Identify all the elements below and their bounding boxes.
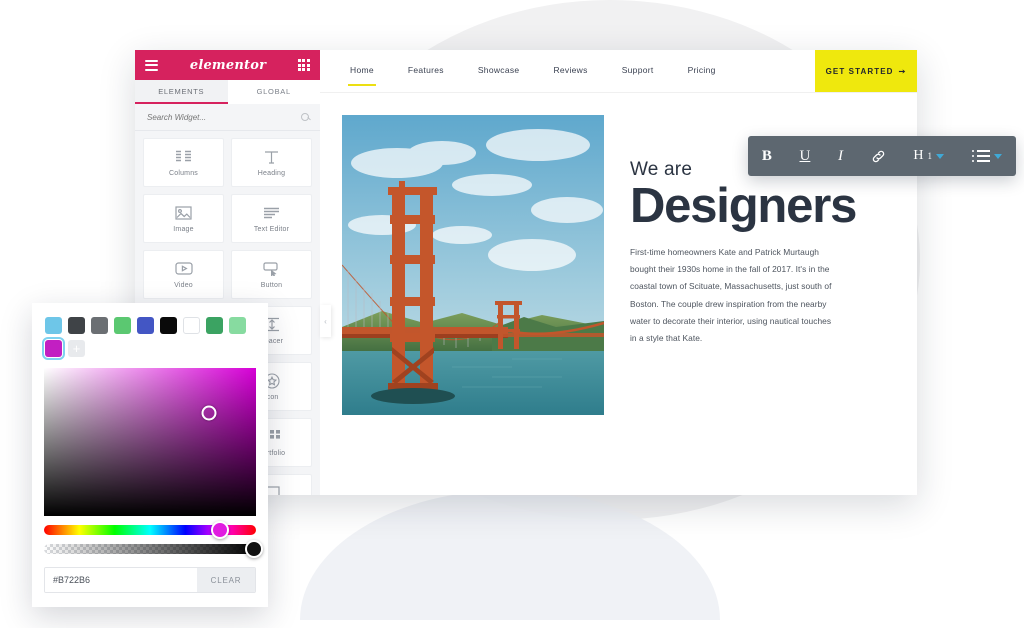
bold-button[interactable]: B <box>762 148 772 164</box>
link-icon[interactable] <box>871 149 886 164</box>
color-swatch[interactable] <box>68 317 85 334</box>
heading-level-dropdown[interactable]: H1 <box>913 149 944 163</box>
widget-label: Button <box>260 281 283 289</box>
site-preview: Home Features Showcase Reviews Support P… <box>320 50 917 495</box>
widget-search-row <box>135 104 320 131</box>
panel-collapse-button[interactable]: ‹ <box>320 305 331 337</box>
widget-label: Text Editor <box>253 225 290 233</box>
arrow-right-icon: ➙ <box>898 66 907 76</box>
underline-button[interactable]: U <box>800 148 811 164</box>
color-swatch-selected[interactable] <box>42 337 65 360</box>
search-icon[interactable] <box>301 112 310 122</box>
hamburger-menu-icon[interactable] <box>145 59 158 71</box>
alpha-slider-handle[interactable] <box>244 540 263 558</box>
hue-slider-handle[interactable] <box>210 521 229 539</box>
widget-image[interactable]: Image <box>143 194 224 243</box>
hex-input-row: CLEAR <box>44 567 256 593</box>
get-started-label: GET STARTED <box>825 66 894 76</box>
panel-header: elementor <box>135 50 320 80</box>
text-editor-icon <box>263 205 280 221</box>
color-picker-panel: + CLEAR <box>32 303 268 607</box>
button-icon <box>263 261 280 277</box>
widget-video[interactable]: Video <box>143 250 224 299</box>
nav-item-reviews[interactable]: Reviews <box>553 65 587 77</box>
color-swatch[interactable] <box>114 317 131 334</box>
color-swatch[interactable] <box>91 317 108 334</box>
sv-cursor[interactable] <box>201 405 217 421</box>
widget-heading[interactable]: Heading <box>231 138 312 187</box>
add-color-button[interactable]: + <box>68 340 85 357</box>
columns-icon <box>175 149 192 165</box>
widget-button[interactable]: Button <box>231 250 312 299</box>
chevron-down-icon <box>935 153 944 159</box>
widget-label: Image <box>173 225 194 233</box>
video-icon <box>174 261 193 277</box>
text-format-toolbar: B U I H1 <box>748 136 1016 176</box>
widget-label: Columns <box>168 169 199 177</box>
hex-color-input[interactable] <box>45 568 197 592</box>
nav-links: Home Features Showcase Reviews Support P… <box>320 50 815 92</box>
list-dropdown[interactable] <box>971 149 1003 163</box>
italic-button[interactable]: I <box>838 148 843 164</box>
grid-icon[interactable] <box>297 59 310 71</box>
hue-slider[interactable] <box>44 521 256 539</box>
nav-item-pricing[interactable]: Pricing <box>688 65 716 77</box>
image-icon <box>175 205 192 221</box>
saturation-value-field[interactable] <box>44 368 256 516</box>
nav-item-home[interactable]: Home <box>348 65 376 86</box>
screenshot-stage: elementor ELEMENTS GLOBAL Search Widget.… <box>0 0 1024 628</box>
hero-image <box>342 115 604 415</box>
nav-item-features[interactable]: Features <box>408 65 444 77</box>
search-input[interactable] <box>145 111 301 123</box>
get-started-button[interactable]: GET STARTED ➙ <box>815 50 917 92</box>
bulleted-list-icon <box>971 149 991 163</box>
panel-tabs: ELEMENTS GLOBAL <box>135 80 320 104</box>
color-swatch[interactable] <box>183 317 200 334</box>
widget-columns[interactable]: Columns <box>143 138 224 187</box>
clear-button[interactable]: CLEAR <box>197 568 255 592</box>
widget-label: Video <box>174 281 193 289</box>
tab-global[interactable]: GLOBAL <box>227 80 320 104</box>
nav-item-support[interactable]: Support <box>622 65 654 77</box>
site-topnav: Home Features Showcase Reviews Support P… <box>320 50 917 93</box>
tab-elements[interactable]: ELEMENTS <box>135 80 228 104</box>
nav-item-showcase[interactable]: Showcase <box>478 65 520 77</box>
chevron-down-icon <box>994 153 1003 159</box>
color-swatch-list: + <box>32 303 268 360</box>
alpha-slider[interactable] <box>44 540 263 558</box>
widget-label: Heading <box>257 169 286 177</box>
heading-icon <box>264 149 279 165</box>
color-swatch[interactable] <box>137 317 154 334</box>
color-swatch[interactable] <box>229 317 246 334</box>
heading-level: 1 <box>927 150 932 161</box>
elementor-logo: elementor <box>189 57 267 73</box>
color-swatch[interactable] <box>160 317 177 334</box>
hero-headline: Designers <box>630 179 857 233</box>
widget-text-editor[interactable]: Text Editor <box>231 194 312 243</box>
hero-paragraph: First-time homeowners Kate and Patrick M… <box>630 247 832 344</box>
color-swatch[interactable] <box>45 317 62 334</box>
golden-gate-illustration <box>342 115 604 415</box>
color-swatch[interactable] <box>206 317 223 334</box>
heading-label: H <box>913 148 924 163</box>
